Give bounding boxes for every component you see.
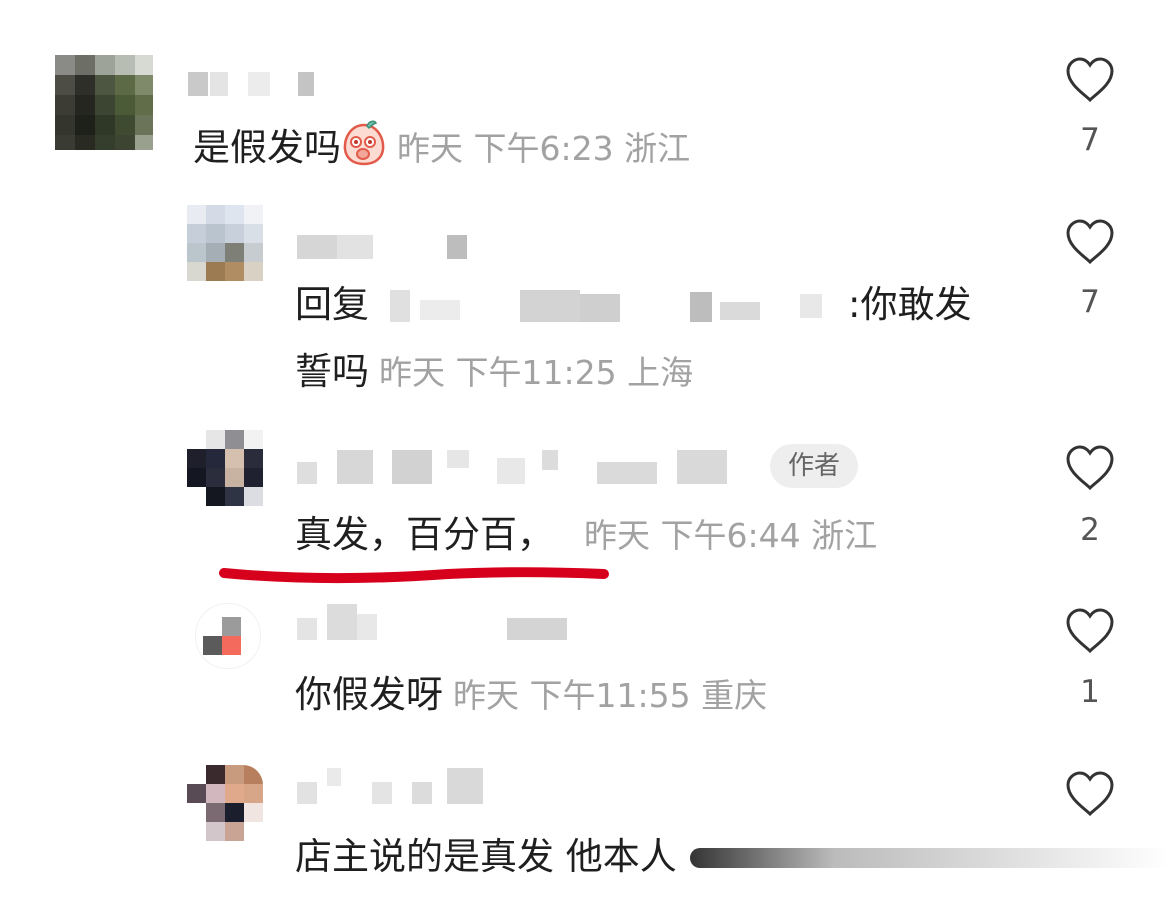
text-fade-overlay [690,848,1169,868]
heart-outline-icon[interactable] [1064,607,1116,655]
avatar[interactable] [55,55,153,150]
like-count: 2 [1080,512,1100,548]
comment-text: 是假发吗 昨天 下午6:23 浙江 [193,120,690,179]
like-count: 7 [1080,284,1100,320]
embarrassed-peach-emoji-icon [341,120,387,179]
red-underline-annotation [219,567,609,583]
avatar[interactable] [187,765,263,841]
like-count: 1 [1080,674,1100,710]
username-blurred[interactable] [188,72,328,96]
comment-text: 你假发呀 昨天 下午11:55 重庆 [295,673,768,716]
comment-meta: 昨天 下午6:44 浙江 [584,516,878,555]
comment-text: 真发，百分百， 昨天 下午6:44 浙江 [295,513,878,556]
comment-text: 店主说的是真发 他本人 [295,835,677,878]
heart-outline-icon[interactable] [1064,218,1116,266]
comment-text-line2: 誓吗 昨天 下午11:25 上海 [295,350,694,393]
comment-meta: 昨天 下午11:55 重庆 [453,676,768,715]
username-blurred[interactable] [297,448,737,484]
comment-meta: 昨天 下午6:23 浙江 [397,129,691,168]
comment-meta: 昨天 下午11:25 上海 [379,353,694,392]
comment-text-line1: 回复 :你敢发 [295,283,972,326]
like-count: 7 [1080,122,1100,158]
username-blurred[interactable] [297,768,497,804]
heart-outline-icon[interactable] [1064,770,1116,818]
avatar[interactable] [187,430,263,506]
author-badge: 作者 [770,444,859,488]
heart-outline-icon[interactable] [1064,444,1116,492]
heart-outline-icon[interactable] [1064,56,1116,104]
username-blurred[interactable] [297,604,597,640]
avatar[interactable] [195,603,261,669]
mention-blurred[interactable] [390,290,830,322]
username-blurred[interactable] [297,235,477,259]
avatar[interactable] [187,205,263,281]
